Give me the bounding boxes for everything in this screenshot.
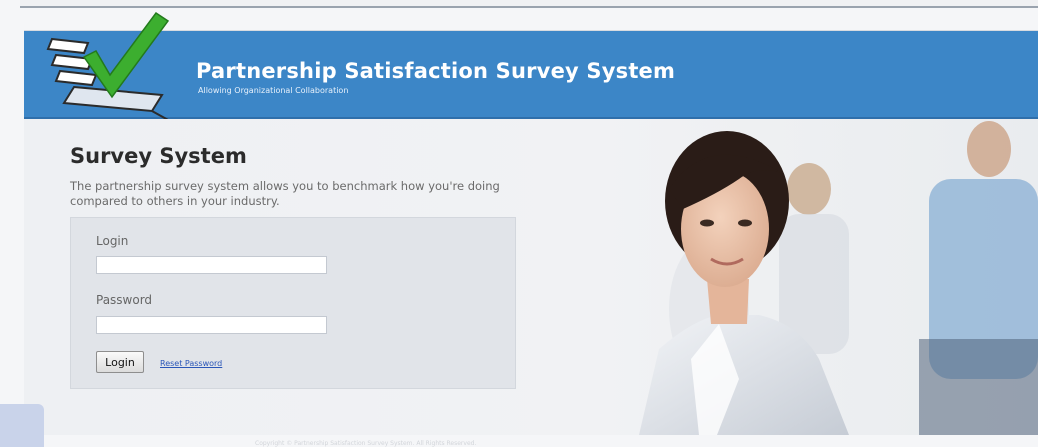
login-panel: Login Password Login Reset Password	[70, 217, 516, 389]
password-label: Password	[96, 293, 153, 307]
app-title: Partnership Satisfaction Survey System	[196, 59, 676, 83]
page-title: Survey System	[70, 144, 247, 168]
login-input[interactable]	[96, 256, 327, 274]
page-description: The partnership survey system allows you…	[70, 179, 500, 208]
checklist-checkmark-icon	[46, 11, 170, 119]
app-subtitle: Allowing Organizational Collaboration	[198, 86, 349, 95]
side-tab	[0, 404, 44, 447]
login-label: Login	[96, 234, 129, 248]
reset-password-link[interactable]: Reset Password	[160, 359, 222, 368]
footer-copyright: Copyright © Partnership Satisfaction Sur…	[255, 440, 477, 447]
header-banner: Partnership Satisfaction Survey System A…	[24, 11, 1038, 119]
main-content: Survey System The partnership survey sys…	[24, 119, 1038, 435]
top-divider	[20, 0, 1038, 8]
password-input[interactable]	[96, 316, 327, 334]
hero-photo	[599, 119, 1038, 435]
page-frame: Partnership Satisfaction Survey System A…	[24, 11, 1038, 435]
login-button[interactable]: Login	[96, 351, 144, 373]
